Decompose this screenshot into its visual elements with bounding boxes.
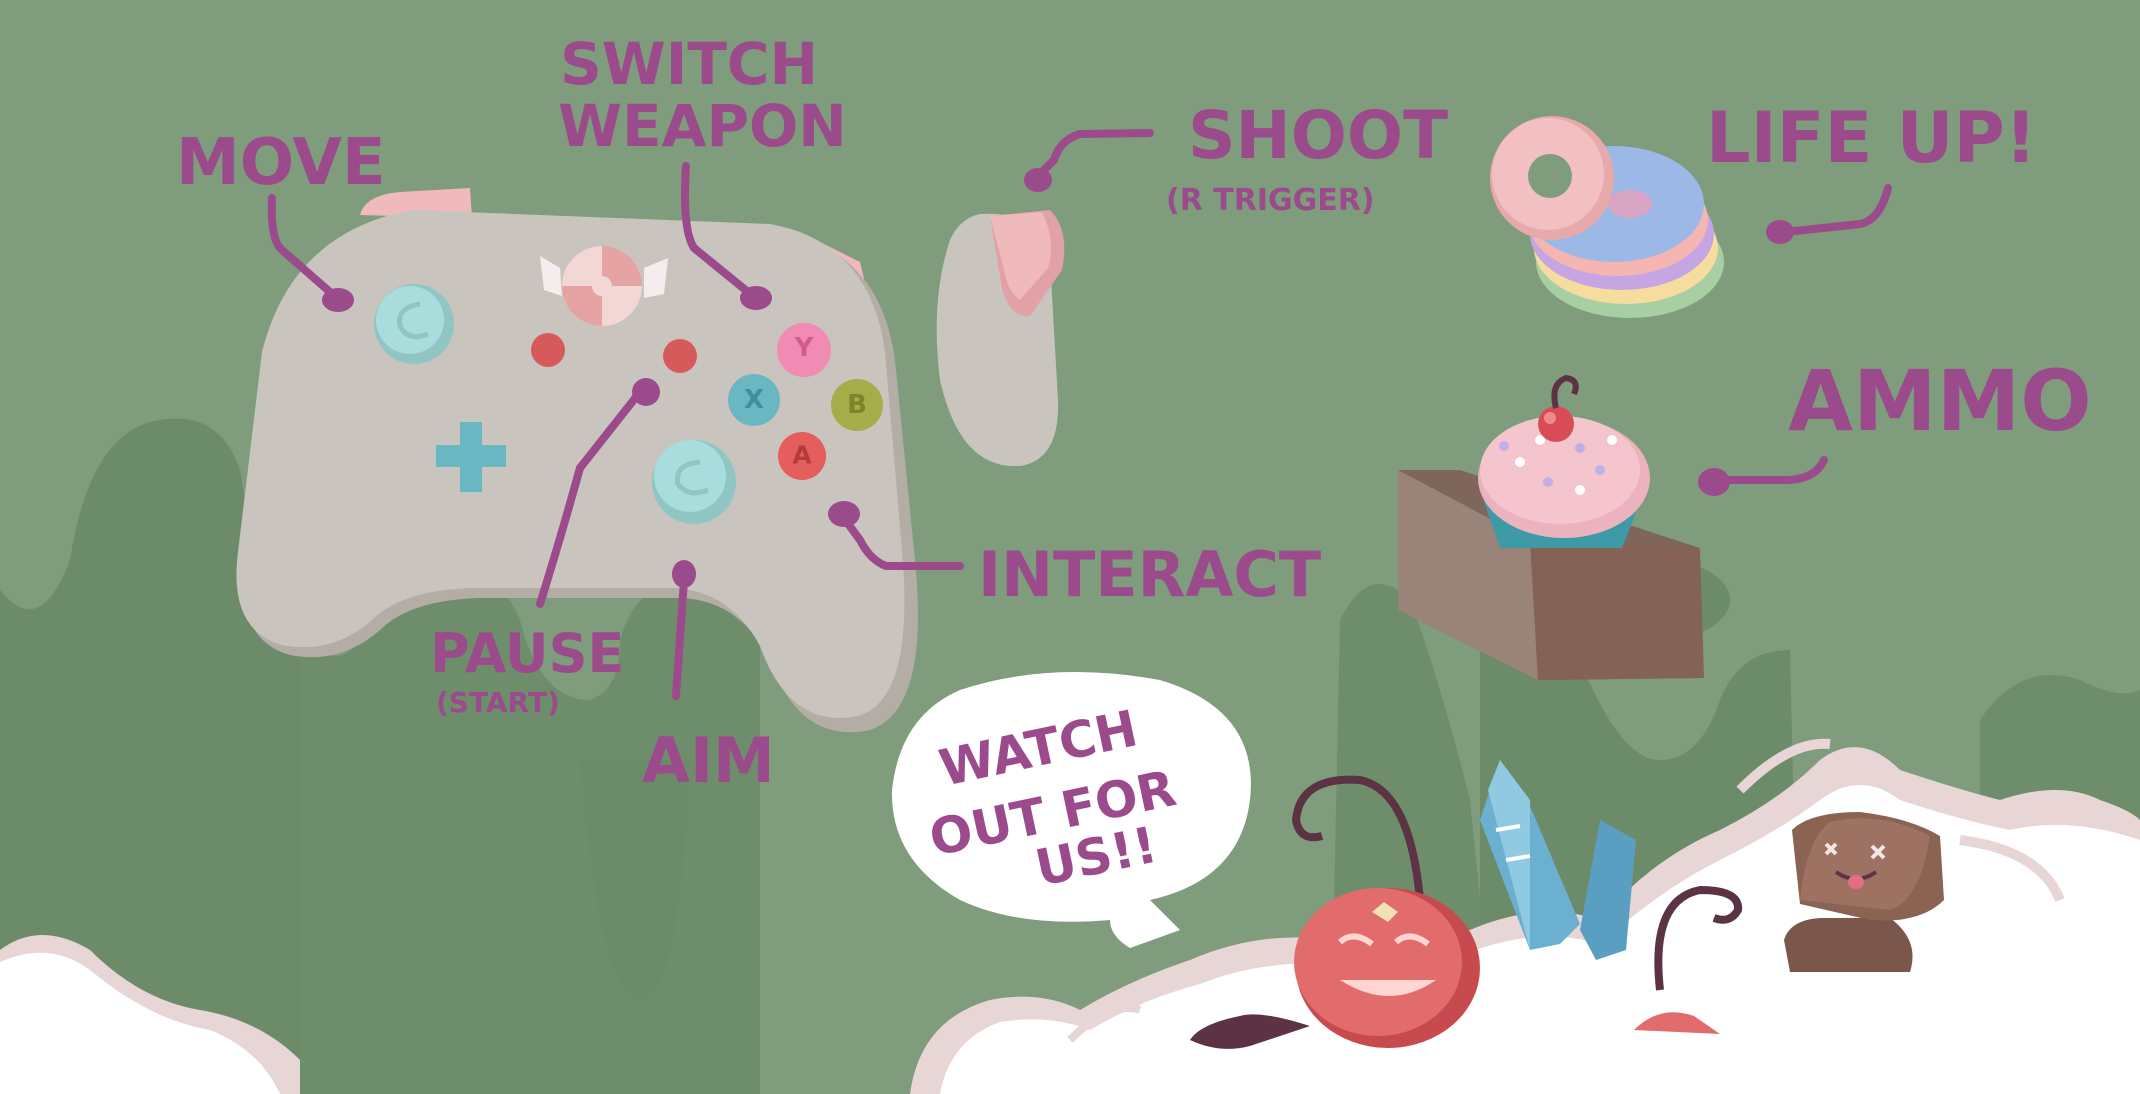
label-ammo: AMMO [1788,352,2092,450]
cupcake-icon [1398,374,1704,680]
face-button-b: B [831,379,883,431]
face-button-x: X [728,374,780,426]
select-button [531,333,565,367]
controls-illustration: Y X B A MOVE SWITCH WEAPON SHOOT (R TRIG… [0,30,2140,1094]
instructions-screen: Y X B A MOVE SWITCH WEAPON SHOOT (R TRIG… [0,0,2140,1094]
trigger-side-view [936,210,1065,467]
label-pause: PAUSE [430,622,624,685]
face-button-y: Y [777,323,831,377]
label-move: MOVE [176,126,386,200]
speech-bubble: WATCH OUT FOR US!! [891,672,1251,948]
label-aim: AIM [642,724,775,797]
face-button-x-label: X [744,385,764,415]
label-switch-weapon-line1: SWITCH [560,30,818,98]
label-life-up: LIFE UP! [1706,97,2037,179]
face-button-b-label: B [847,390,867,420]
label-shoot: SHOOT [1188,97,1448,174]
label-switch-weapon-line2: WEAPON [558,92,847,160]
face-button-y-label: Y [794,333,815,363]
face-button-a-label: A [792,441,812,470]
label-shoot-sub: (R TRIGGER) [1166,183,1375,218]
label-pause-sub: (START) [436,686,560,719]
start-button [663,339,697,373]
label-interact: INTERACT [978,538,1321,611]
donut-stack-icon [1490,116,1724,318]
face-button-a: A [778,432,826,480]
